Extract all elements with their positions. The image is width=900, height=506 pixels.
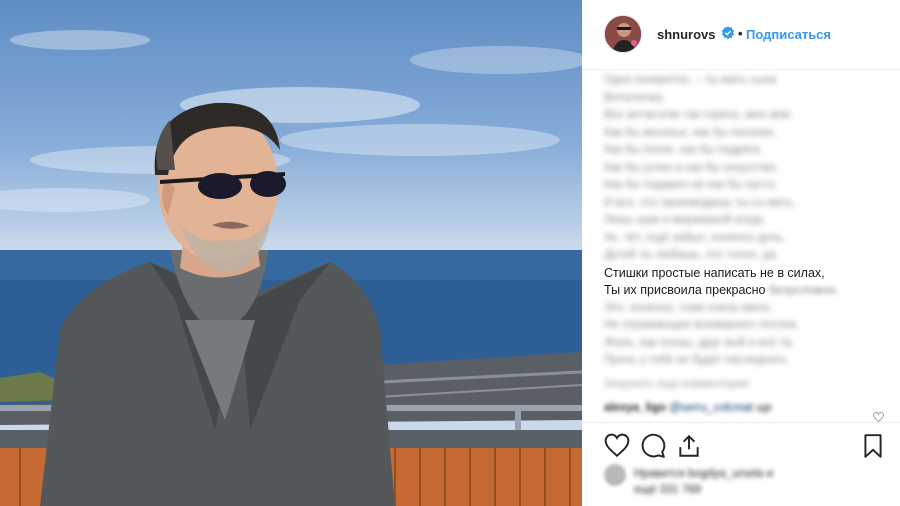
caption-line: Жаль, как поэзы, друг мой и всё та, <box>604 335 884 353</box>
caption-line-text: Жаль, как поэзы, друг мой и всё та, <box>604 336 795 349</box>
caption-line: Ты их присвоила прекрасно безусловно. <box>604 282 884 300</box>
likes-summary[interactable]: Нравится bogdya_ursela и ещё 331 769 <box>604 464 894 504</box>
comment-mention[interactable]: @serru_colcmat <box>669 402 753 414</box>
caption-line-text: Все антасогие так горячо, мне аем. <box>604 109 793 121</box>
caption-line-text: Не отражающее всемирного потопа. <box>604 319 799 331</box>
separator-dot: • <box>738 26 743 41</box>
caption-line-tail: безусловно. <box>769 283 840 297</box>
caption-line: Как бы подарил не как бы пусто, <box>604 177 884 195</box>
heart-icon[interactable] <box>604 433 630 459</box>
caption-line-text: Как бы поэзе, как бы подряга. <box>604 144 763 156</box>
likes-line-2: ещё 331 769 <box>634 484 702 496</box>
follow-button[interactable]: Подписаться <box>746 27 831 42</box>
post-photo[interactable] <box>0 0 582 506</box>
comment-text: ще <box>756 402 773 414</box>
avatar[interactable] <box>604 15 642 53</box>
caption-line: Прочь у тебя не будет наследного. <box>604 352 884 370</box>
caption-line-text: Как бы веселье, как бы поселке, <box>604 126 777 139</box>
caption-line-text: Детей ты любишь, это точно, да. <box>604 249 779 261</box>
caption-line: Как бы успех и как бы искусство, <box>604 160 884 178</box>
photo-scene <box>0 30 582 506</box>
caption-line-text: Витюлечки, <box>604 91 666 104</box>
comment-username[interactable]: alexya_ligo <box>604 402 666 414</box>
caption-line-text: Это, конечно, тоже очень мило, <box>604 301 773 314</box>
avatar-image <box>605 16 641 52</box>
likes-line-1: Нравится bogdya_ursela и <box>634 468 774 480</box>
load-more-comments-link[interactable]: Загрузить еще комментарии <box>604 378 749 390</box>
comment-icon[interactable] <box>640 433 666 459</box>
caption-line-text: Одно конкретно, – ты мать сына <box>604 74 777 86</box>
caption-line: Стишки простые написать не в силах, <box>604 265 884 283</box>
post-sidebar: shnurovs • Подписаться Одно конкретно, –… <box>582 0 900 506</box>
action-bar <box>582 422 900 462</box>
caption-line: Это, конечно, тоже очень мило, <box>604 300 884 318</box>
caption-line: И все, что производишь ты со мать, <box>604 195 884 213</box>
caption-line-text: Стишки простые написать не в силах, <box>604 265 825 280</box>
caption-line: Как бы веселье, как бы поселке, <box>604 125 884 143</box>
small-heart-icon[interactable] <box>873 412 884 422</box>
caption-line-text: Как бы подарил не как бы пусто, <box>604 179 778 191</box>
caption-line: Как бы поэзе, как бы подряга. <box>604 142 884 160</box>
caption-line: Одно конкретно, – ты мать сына <box>604 72 884 90</box>
post-caption: Одно конкретно, – ты мать сына Витюлечки,… <box>604 72 884 370</box>
caption-line: Все антасогие так горячо, мне аем. <box>604 107 884 125</box>
caption-line: Детей ты любишь, это точно, да. <box>604 247 884 265</box>
comment-item: alexya_ligo @serru_colcmat ще <box>604 402 772 414</box>
caption-line: Витюлечки, <box>604 90 884 108</box>
caption-line-text: Ты их присвоила прекрасно <box>604 283 766 297</box>
bookmark-icon[interactable] <box>860 433 886 459</box>
caption-line-text: Как бы успех и как бы искусство, <box>604 161 779 174</box>
caption-line: Лишь шум и мирамакой когда. <box>604 212 884 230</box>
liker-avatar <box>604 464 626 486</box>
caption-line-text: Лишь шум и мирамакой когда. <box>604 214 767 226</box>
caption-line: Ах, чёт, ещё забыл, конечно дочь. <box>604 230 884 248</box>
caption-line: Не отражающее всемирного потопа. <box>604 317 884 335</box>
post-header: shnurovs • Подписаться <box>582 0 900 70</box>
caption-line-text: Прочь у тебя не будет наследного. <box>604 354 790 366</box>
username-link[interactable]: shnurovs <box>657 27 716 42</box>
caption-line-text: Ах, чёт, ещё забыл, конечно дочь. <box>604 231 786 244</box>
caption-line-text: И все, что производишь ты со мать, <box>604 196 796 209</box>
likes-text: Нравится bogdya_ursela и ещё 331 769 <box>634 466 773 498</box>
share-icon[interactable] <box>676 433 702 459</box>
verified-badge-icon <box>721 26 735 40</box>
